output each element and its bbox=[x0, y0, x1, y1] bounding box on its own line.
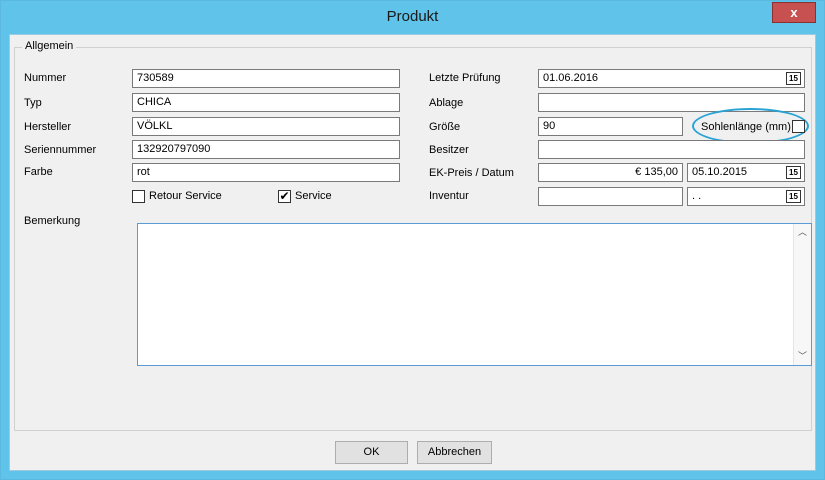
seriennummer-field[interactable]: 132920797090 bbox=[132, 140, 400, 159]
nummer-label: Nummer bbox=[24, 72, 67, 84]
ek-preis-field[interactable]: € 135,00 bbox=[538, 163, 683, 182]
checkmark-icon: ✔ bbox=[279, 189, 290, 203]
service-label: Service bbox=[295, 190, 332, 202]
vertical-scrollbar[interactable]: ︿ ﹀ bbox=[793, 224, 811, 365]
ok-button[interactable]: OK bbox=[335, 441, 408, 464]
title-bar[interactable]: Produkt x bbox=[1, 1, 824, 34]
calendar-icon[interactable]: 15 bbox=[786, 190, 801, 203]
sohlenlaenge-label: Sohlenlänge (mm) bbox=[701, 121, 791, 133]
ek-preis-label: EK-Preis / Datum bbox=[429, 167, 514, 179]
besitzer-label: Besitzer bbox=[429, 144, 469, 156]
groesse-label: Größe bbox=[429, 121, 461, 133]
groesse-field[interactable]: 90 bbox=[538, 117, 683, 136]
cancel-button[interactable]: Abbrechen bbox=[417, 441, 492, 464]
retour-service-checkbox[interactable] bbox=[132, 190, 145, 203]
besitzer-field[interactable] bbox=[538, 140, 805, 159]
scroll-down-icon[interactable]: ﹀ bbox=[794, 348, 811, 365]
bemerkung-textarea[interactable]: ︿ ﹀ bbox=[137, 223, 812, 366]
retour-service-label: Retour Service bbox=[149, 190, 222, 202]
close-button[interactable]: x bbox=[772, 2, 816, 23]
nummer-field[interactable]: 730589 bbox=[132, 69, 400, 88]
hersteller-field[interactable]: VÖLKL bbox=[132, 117, 400, 136]
product-dialog: Produkt x Allgemein Nummer 730589 Typ CH… bbox=[0, 0, 825, 480]
seriennummer-label: Seriennummer bbox=[24, 144, 97, 156]
calendar-icon[interactable]: 15 bbox=[786, 166, 801, 179]
typ-field[interactable]: CHICA bbox=[132, 93, 400, 112]
window-title: Produkt bbox=[386, 8, 439, 25]
farbe-field[interactable]: rot bbox=[132, 163, 400, 182]
dialog-body: Allgemein Nummer 730589 Typ CHICA Herste… bbox=[9, 34, 816, 471]
farbe-label: Farbe bbox=[24, 166, 53, 178]
letzte-pruefung-label: Letzte Prüfung bbox=[429, 72, 501, 84]
bemerkung-label: Bemerkung bbox=[24, 215, 81, 227]
general-group: Allgemein Nummer 730589 Typ CHICA Herste… bbox=[14, 40, 812, 431]
group-legend: Allgemein bbox=[22, 40, 77, 52]
scroll-up-icon[interactable]: ︿ bbox=[794, 224, 811, 241]
sohlenlaenge-checkbox[interactable] bbox=[792, 120, 805, 133]
service-checkbox[interactable]: ✔ bbox=[278, 190, 291, 203]
hersteller-label: Hersteller bbox=[24, 121, 72, 133]
letzte-pruefung-field[interactable]: 01.06.2016 bbox=[538, 69, 805, 88]
ablage-label: Ablage bbox=[429, 97, 464, 109]
inventur-label: Inventur bbox=[429, 190, 469, 202]
typ-label: Typ bbox=[24, 97, 42, 109]
calendar-icon[interactable]: 15 bbox=[786, 72, 801, 85]
inventur-field[interactable] bbox=[538, 187, 683, 206]
